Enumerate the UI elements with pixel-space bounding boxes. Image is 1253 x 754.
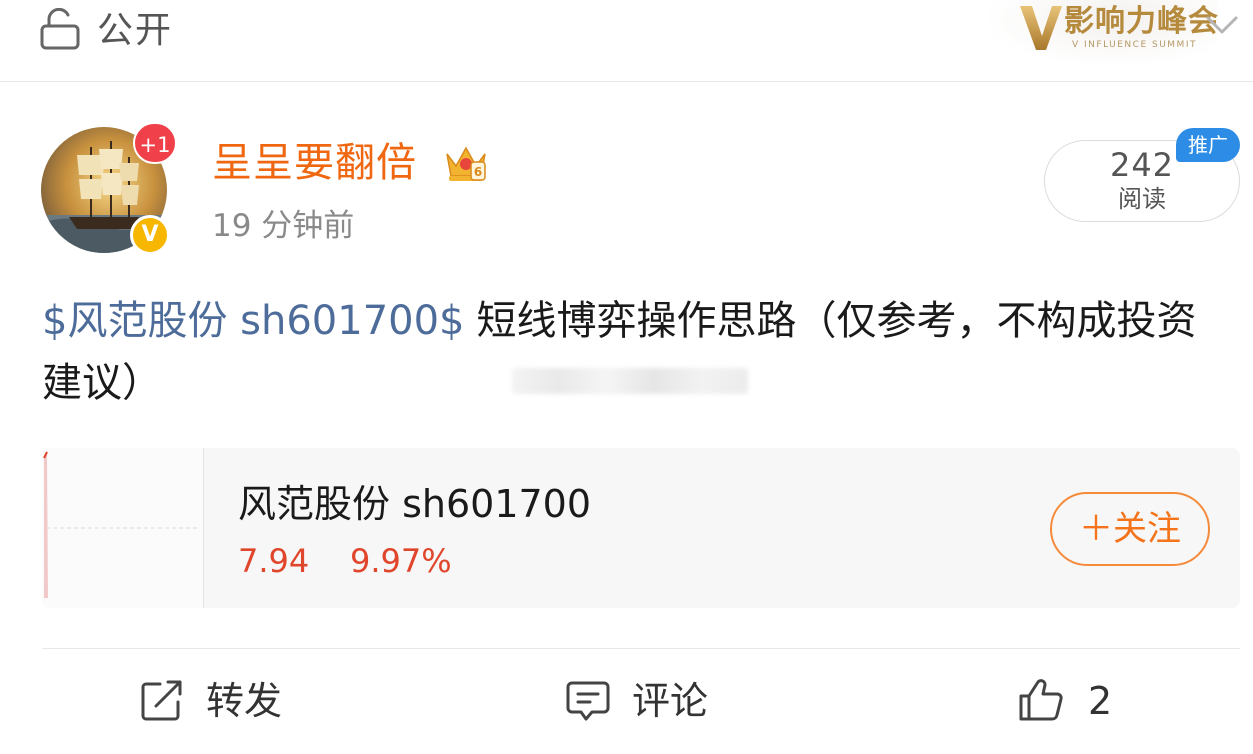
verified-badge: V (130, 215, 170, 255)
repost-button[interactable]: 转发 (140, 672, 300, 730)
comment-label: 评论 (632, 679, 709, 723)
follow-button[interactable]: ＋关注 (1050, 492, 1210, 566)
v-summit-logo (1020, 6, 1062, 50)
stock-name: 风范股份 sh601700 (238, 482, 592, 526)
stock-hashtag-link[interactable]: $风范股份 sh601700$ (42, 298, 465, 344)
repost-icon (141, 680, 182, 721)
comment-button[interactable]: 评论 (566, 672, 726, 730)
read-label: 阅读 (1118, 185, 1166, 213)
banner-title: 影响力峰会 (1064, 4, 1219, 39)
post-timestamp: 19 分钟前 (212, 208, 355, 244)
stock-change-percent: 9.97% (350, 542, 452, 580)
thumbs-up-icon (1019, 679, 1063, 721)
author-name[interactable]: 呈呈要翻倍 (212, 138, 417, 188)
visibility-label[interactable]: 公开 (97, 8, 173, 54)
like-button[interactable]: 2 (1018, 672, 1128, 730)
lock-open-icon (40, 8, 80, 50)
crown-icon[interactable]: 6 (443, 142, 489, 184)
notification-badge: +1 (133, 122, 177, 164)
like-count: 2 (1088, 679, 1113, 723)
action-divider (42, 648, 1240, 649)
promo-badge[interactable]: 推广 (1176, 128, 1240, 162)
stock-mini-chart (42, 448, 204, 608)
svg-text:6: 6 (474, 165, 482, 179)
repost-label: 转发 (206, 679, 283, 723)
blurred-content (512, 368, 748, 394)
banner-subtitle: V INFLUENCE SUMMIT (1072, 40, 1197, 50)
weibo-post-screen: 公开 影响力峰会 V INFLUENCE SUMMIT +1 V 呈呈要翻倍 6… (0, 0, 1253, 754)
comment-icon (566, 681, 610, 721)
chevron-down-icon[interactable] (1205, 14, 1239, 36)
stock-price: 7.94 (238, 542, 310, 580)
post-text: $风范股份 sh601700$ 短线博弈操作思路（仅参考，不构成投资建议） (42, 290, 1232, 414)
